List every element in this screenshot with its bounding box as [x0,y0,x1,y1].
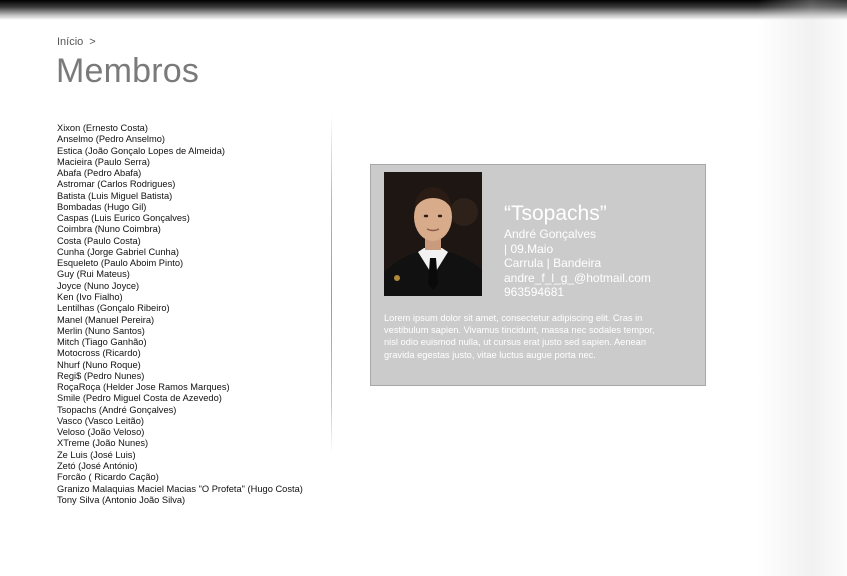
member-list-item[interactable]: Forcão ( Ricardo Cação) [57,472,327,483]
vertical-divider [331,115,332,455]
member-birthday: | 09.Maio [504,241,554,256]
member-list-item[interactable]: Coimbra (Nuno Coimbra) [57,224,327,235]
member-bio: Lorem ipsum dolor sit amet, consectetur … [384,313,655,360]
member-location: Carrula | Bandeira [504,256,602,270]
profile-card: “Tsopachs” André Gonçalves | 09.Maio Car… [370,164,706,386]
member-list-item[interactable]: XTreme (João Nunes) [57,438,327,449]
member-list-item[interactable]: Smile (Pedro Miguel Costa de Azevedo) [57,393,327,404]
member-email-link[interactable]: andre_f_l_g_@hotmail.com [504,271,651,286]
page-title: Membros [56,52,200,90]
member-list-item[interactable]: Guy (Rui Mateus) [57,269,327,280]
member-list-item[interactable]: Xixon (Ernesto Costa) [57,123,327,134]
member-list-item[interactable]: Costa (Paulo Costa) [57,236,327,247]
member-list-item[interactable]: Joyce (Nuno Joyce) [57,281,327,292]
member-list-item[interactable]: Macieira (Paulo Serra) [57,157,327,168]
member-details: André Gonçalves | 09.Maio Carrula | Band… [504,227,651,300]
breadcrumb-separator: > [89,36,96,48]
breadcrumb: Início > [57,36,96,48]
member-list-item[interactable]: Ken (Ivo Fialho) [57,292,327,303]
member-list-item[interactable]: Abafa (Pedro Abafa) [57,168,327,179]
member-photo [384,172,482,296]
member-list-item[interactable]: Merlin (Nuno Santos) [57,326,327,337]
member-list-item[interactable]: RoçaRoça (Helder Jose Ramos Marques) [57,382,327,393]
member-list-item[interactable]: Bombadas (Hugo Gil) [57,202,327,213]
member-list-item[interactable]: Esqueleto (Paulo Aboim Pinto) [57,258,327,269]
member-list-item[interactable]: Estica (João Gonçalo Lopes de Almeida) [57,146,327,157]
member-list-item[interactable]: Batista (Luis Miguel Batista) [57,191,327,202]
member-nickname: “Tsopachs” [504,202,607,225]
member-list-item[interactable]: Cunha (Jorge Gabriel Cunha) [57,247,327,258]
member-list-item[interactable]: Veloso (João Veloso) [57,427,327,438]
member-list: Xixon (Ernesto Costa) Anselmo (Pedro Anse… [57,123,327,506]
member-list-item[interactable]: Motocross (Ricardo) [57,348,327,359]
member-list-item[interactable]: Anselmo (Pedro Anselmo) [57,134,327,145]
member-phone: 963594681 [504,285,565,299]
member-list-item[interactable]: Mitch (Tiago Ganhão) [57,337,327,348]
member-list-item[interactable]: Vasco (Vasco Leitão) [57,416,327,427]
member-list-item[interactable]: Nhurf (Nuno Roque) [57,360,327,371]
member-list-item[interactable]: Tony Silva (Antonio João Silva) [57,495,327,506]
right-decorative-shade [757,0,847,576]
top-gradient-bar [0,0,847,20]
breadcrumb-home-link[interactable]: Início [57,36,83,48]
member-list-item[interactable]: Lentilhas (Gonçalo Ribeiro) [57,303,327,314]
member-list-item[interactable]: Caspas (Luis Eurico Gonçalves) [57,213,327,224]
member-list-item[interactable]: Tsopachs (André Gonçalves) [57,405,327,416]
member-name: André Gonçalves [504,227,597,241]
member-list-item[interactable]: Astromar (Carlos Rodrigues) [57,179,327,190]
member-list-item[interactable]: Manel (Manuel Pereira) [57,315,327,326]
member-list-item[interactable]: Zetó (José António) [57,461,327,472]
member-list-item[interactable]: Ze Luis (José Luis) [57,450,327,461]
member-list-item[interactable]: Regi$ (Pedro Nunes) [57,371,327,382]
member-list-item[interactable]: Granizo Malaquias Maciel Macias "O Profe… [57,484,327,495]
